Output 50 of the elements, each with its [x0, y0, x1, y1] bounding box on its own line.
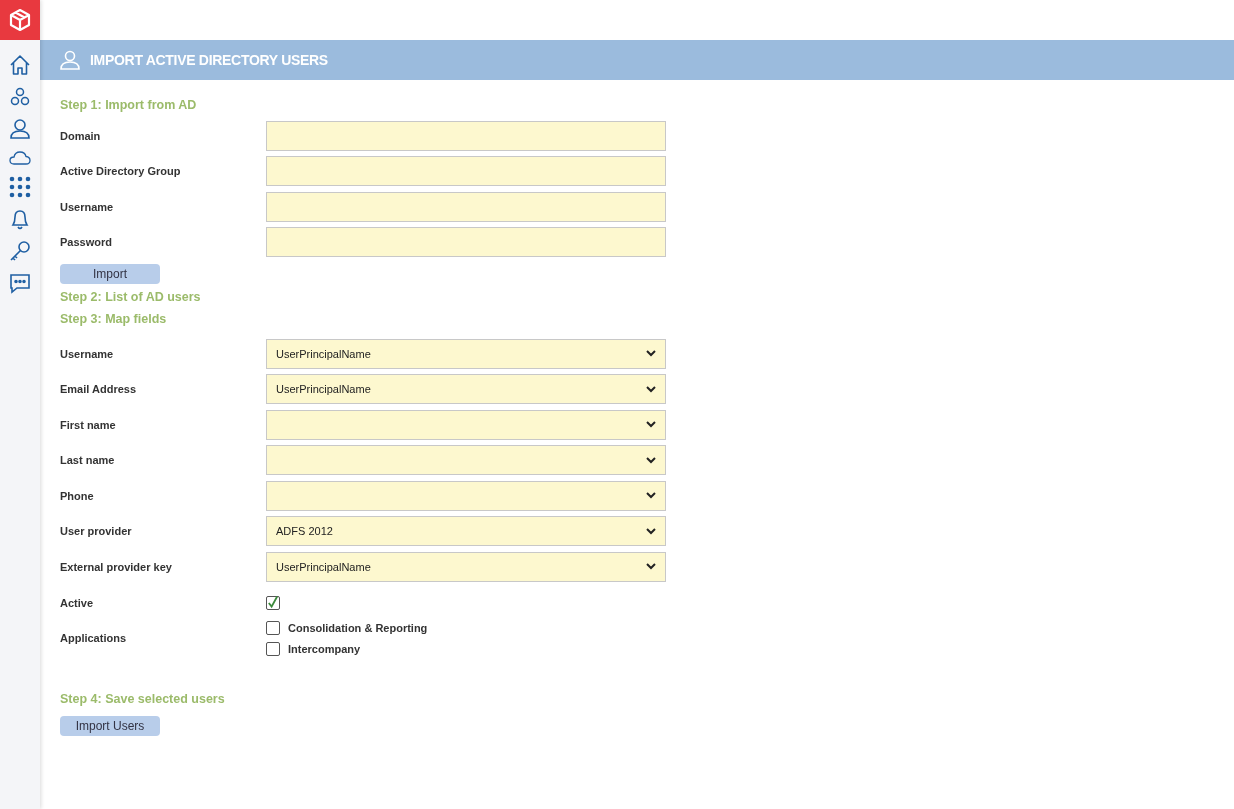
dropdown[interactable]: ADFS 2012: [266, 516, 666, 547]
chevron-icon: [646, 421, 656, 429]
field-label: Email Address: [60, 383, 137, 396]
chevron-icon: [646, 527, 656, 535]
chevron-icon: [646, 492, 656, 500]
import-button[interactable]: Import: [60, 264, 160, 284]
checkbox[interactable]: [266, 641, 280, 656]
user-icon[interactable]: [9, 118, 31, 140]
input-field[interactable]: [266, 227, 666, 258]
dropdown[interactable]: UserPrincipalName: [266, 338, 666, 369]
chevron-icon: [646, 350, 656, 358]
import-users-button[interactable]: Import Users: [60, 715, 160, 736]
field-label: Applications: [60, 632, 127, 644]
user-icon: [60, 50, 80, 70]
step-heading: Step 4: Save selected users: [60, 690, 226, 708]
field-label: Domain: [60, 129, 102, 142]
field-label: External provider key: [60, 560, 173, 573]
chevron-icon: [646, 563, 656, 571]
field-label: User provider: [60, 525, 133, 538]
field-label: Password: [60, 236, 113, 249]
step-heading: Step 1: Import from AD: [60, 97, 198, 114]
checkbox-label: Intercompany: [288, 642, 361, 655]
cloud-icon[interactable]: [9, 150, 31, 166]
field-label: Phone: [60, 489, 95, 502]
grid-icon[interactable]: [9, 176, 31, 198]
checkbox-label: Consolidation & Reporting: [288, 621, 428, 634]
checkbox[interactable]: [266, 620, 280, 635]
chevron-icon: [646, 456, 656, 464]
field-label: Username: [60, 347, 115, 360]
page-title: IMPORT ACTIVE DIRECTORY USERS: [90, 52, 328, 68]
field-label: Last name: [60, 454, 116, 467]
dropdown[interactable]: UserPrincipalName: [266, 551, 666, 582]
step-heading: Step 3: Map fields: [60, 311, 168, 328]
chevron-icon: [646, 385, 656, 393]
field-label: Username: [60, 200, 115, 213]
logo-icon[interactable]: [0, 0, 40, 40]
people-icon[interactable]: [9, 86, 31, 108]
input-field[interactable]: [266, 120, 666, 151]
field-label: First name: [60, 418, 117, 431]
dropdown[interactable]: UserPrincipalName: [266, 374, 666, 405]
field-label: Active: [60, 596, 95, 609]
step-heading: Step 2: List of AD users: [60, 289, 202, 306]
checkbox[interactable]: [266, 595, 280, 610]
chat-icon[interactable]: [9, 272, 31, 294]
input-field[interactable]: [266, 156, 666, 187]
key-icon[interactable]: [9, 240, 31, 262]
field-label: Active Directory Group: [60, 165, 182, 178]
bell-icon[interactable]: [9, 208, 31, 230]
input-field[interactable]: [266, 191, 666, 222]
home-icon[interactable]: [9, 54, 31, 76]
